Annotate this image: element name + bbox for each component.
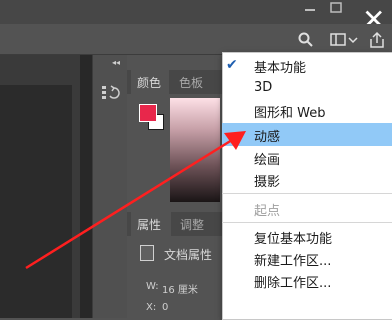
menu-item-painting[interactable]: 绘画 (254, 149, 280, 168)
tab-properties[interactable]: 属性 (137, 216, 161, 233)
menu-item-delete-workspace[interactable]: 删除工作区... (254, 272, 331, 291)
width-label: W: (146, 281, 159, 292)
workspace-switcher-icon[interactable] (330, 32, 358, 52)
width-value[interactable]: 16 厘米 (162, 281, 198, 296)
menu-item-photography[interactable]: 摄影 (254, 171, 280, 190)
color-spectrum[interactable] (170, 98, 220, 202)
x-label: X: (146, 302, 157, 313)
menu-item-3d[interactable]: 3D (254, 80, 272, 95)
checkmark-icon: ✔ (226, 57, 238, 73)
search-icon[interactable] (298, 32, 314, 52)
foreground-color-swatch[interactable] (139, 104, 157, 122)
menu-item-start: 起点 (254, 204, 281, 219)
menu-item-motion[interactable]: 动感 (254, 126, 280, 145)
x-value[interactable]: 0 (162, 302, 168, 313)
history-panel-icon[interactable] (100, 84, 120, 102)
document-canvas[interactable] (0, 85, 72, 318)
share-icon[interactable] (369, 31, 385, 53)
tab-swatches[interactable]: 色板 (179, 74, 203, 91)
menu-item-reset-essentials[interactable]: 复位基本功能 (254, 228, 332, 247)
tab-color[interactable]: 颜色 (137, 74, 161, 91)
menu-item-highlight (222, 123, 392, 146)
menu-item-new-workspace[interactable]: 新建工作区... (254, 250, 331, 269)
menu-item-essentials[interactable]: 基本功能 (254, 57, 306, 76)
document-icon (140, 245, 154, 261)
doc-properties-label: 文档属性 (164, 248, 213, 262)
collapse-panels-icon[interactable]: ◂◂ (112, 58, 120, 67)
menu-separator (222, 222, 392, 223)
menu-separator (222, 193, 392, 194)
menu-item-graphic-web[interactable]: 图形和 Web (254, 102, 325, 121)
minimize-button[interactable] (300, 0, 320, 16)
maximize-button[interactable] (326, 0, 346, 16)
tab-adjustments[interactable]: 调整 (180, 216, 204, 233)
